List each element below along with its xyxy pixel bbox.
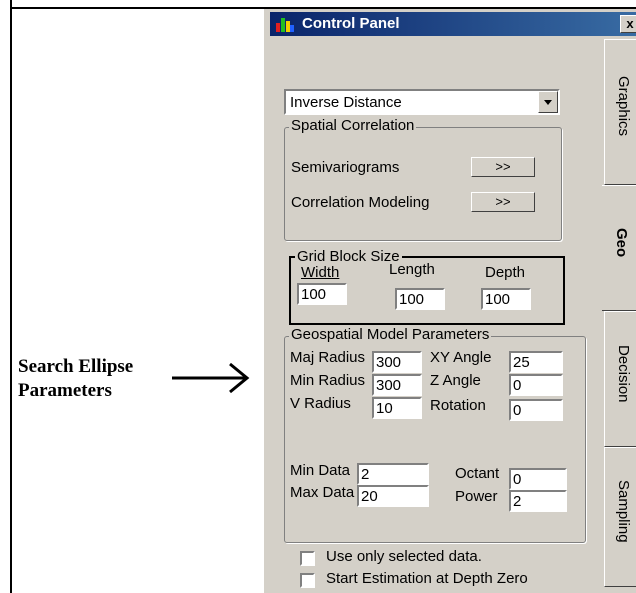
annotation-line-1: Search Ellipse [18, 356, 134, 377]
v-radius-input[interactable]: 10 [372, 397, 422, 419]
maj-radius-label: Maj Radius [290, 349, 366, 366]
min-radius-input[interactable]: 300 [372, 374, 422, 396]
tab-graphics[interactable]: Graphics [604, 39, 636, 185]
xy-angle-label: XY Angle [430, 349, 492, 366]
depth-zero-checkbox[interactable] [300, 573, 315, 588]
max-data-input[interactable]: 20 [357, 485, 429, 507]
tab-sampling[interactable]: Sampling [604, 447, 636, 587]
grid-block-group: Grid Block Size Width 100 Length 100 Dep… [289, 248, 565, 325]
method-select-value: Inverse Distance [290, 94, 402, 111]
width-input[interactable]: 100 [297, 283, 347, 305]
octant-input[interactable]: 0 [509, 468, 567, 490]
power-input[interactable]: 2 [509, 490, 567, 512]
xy-angle-input[interactable]: 25 [509, 351, 563, 373]
z-angle-label: Z Angle [430, 372, 481, 389]
depth-input[interactable]: 100 [481, 288, 531, 310]
depth-label: Depth [485, 264, 526, 281]
min-data-input[interactable]: 2 [357, 463, 429, 485]
width-label: Width [301, 264, 340, 281]
depth-zero-label: Start Estimation at Depth Zero [326, 570, 528, 587]
length-input[interactable]: 100 [395, 288, 445, 310]
rotation-input[interactable]: 0 [509, 399, 563, 421]
close-button[interactable]: x [620, 15, 636, 33]
rotation-label: Rotation [430, 397, 486, 414]
selected-only-checkbox[interactable] [300, 551, 315, 566]
min-data-label: Min Data [290, 462, 351, 479]
annotation-line-2: Parameters [18, 380, 112, 401]
min-radius-label: Min Radius [290, 372, 366, 389]
tab-decision[interactable]: Decision [604, 311, 636, 447]
tab-geo[interactable]: Geo [602, 185, 636, 311]
power-label: Power [455, 488, 498, 505]
z-angle-input[interactable]: 0 [509, 374, 563, 396]
control-panel-window: Control Panel x Inverse Distance Spatial… [262, 9, 636, 593]
length-label: Length [389, 261, 435, 278]
correlation-modeling-label: Correlation Modeling [291, 194, 430, 211]
spatial-correlation-legend: Spatial Correlation [289, 117, 417, 134]
geospatial-legend: Geospatial Model Parameters [289, 326, 492, 343]
dropdown-arrow-icon[interactable] [538, 91, 558, 113]
max-data-label: Max Data [290, 484, 355, 501]
frame-left-line [10, 0, 12, 593]
geo-panel: Inverse Distance Spatial Correlation Sem… [264, 39, 602, 588]
geospatial-group: Geospatial Model Parameters Maj Radius 3… [284, 326, 586, 543]
app-icon [276, 18, 294, 32]
correlation-modeling-button[interactable]: >> [471, 192, 535, 212]
spatial-correlation-group: Spatial Correlation Semivariograms >> Co… [284, 117, 562, 241]
title-bar[interactable]: Control Panel x [270, 12, 636, 36]
semivariograms-button[interactable]: >> [471, 157, 535, 177]
annotation-label: Search Ellipse Parameters [18, 355, 133, 403]
pointer-arrow-icon [172, 362, 250, 394]
selected-only-label: Use only selected data. [326, 548, 482, 565]
window-title: Control Panel [302, 15, 400, 32]
method-select[interactable]: Inverse Distance [284, 89, 560, 115]
grid-block-legend: Grid Block Size [295, 248, 402, 265]
maj-radius-input[interactable]: 300 [372, 351, 422, 373]
v-radius-label: V Radius [290, 395, 351, 412]
semivariograms-label: Semivariograms [291, 159, 400, 176]
octant-label: Octant [455, 465, 500, 482]
